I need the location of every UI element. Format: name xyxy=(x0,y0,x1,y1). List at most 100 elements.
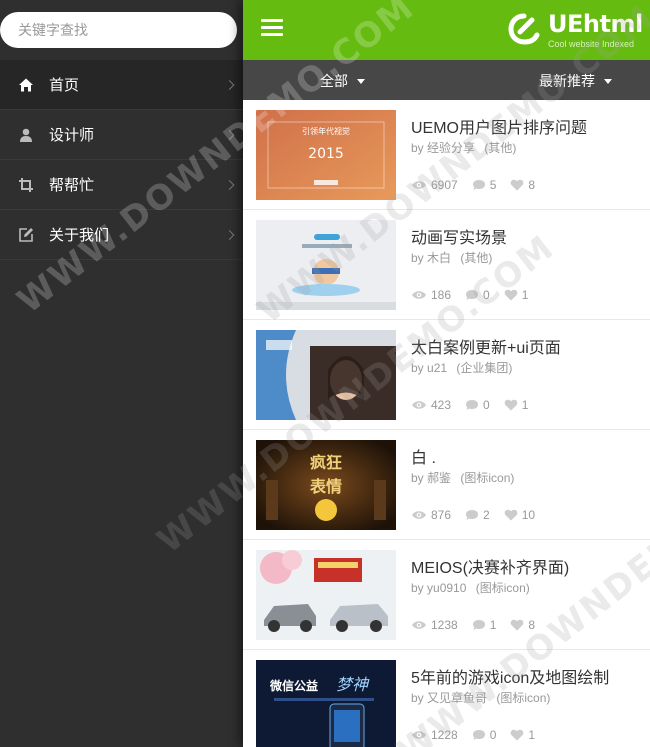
eye-icon xyxy=(412,181,426,189)
post-author[interactable]: 郝鉴 xyxy=(427,471,451,485)
hamburger-line xyxy=(261,26,283,29)
post-meta: by yu0910 (图标icon) xyxy=(411,579,530,596)
post-category[interactable]: (其他) xyxy=(484,141,516,155)
post-meta: by 又见章鱼哥 (图标icon) xyxy=(411,689,550,706)
caret-down-icon xyxy=(604,78,612,84)
chevron-right-icon xyxy=(224,179,235,190)
sidebar-item-label: 设计师 xyxy=(49,127,95,144)
post-category[interactable]: (企业集团) xyxy=(456,361,512,375)
comments-count: 0 xyxy=(489,728,497,742)
post-by-label: by xyxy=(411,141,424,155)
comments-count: 2 xyxy=(483,508,490,522)
likes-stat[interactable]: 8 xyxy=(510,618,535,632)
logo-mark-icon xyxy=(508,13,540,45)
post-thumbnail: 微信公益 梦神 xyxy=(256,660,396,747)
post-category[interactable]: (其他) xyxy=(460,251,492,265)
post-title[interactable]: UEMO用户图片排序问题 xyxy=(411,114,587,138)
likes-stat[interactable]: 1 xyxy=(504,288,529,302)
post-category[interactable]: (图标icon) xyxy=(496,691,550,705)
post-by-label: by xyxy=(411,251,424,265)
comment-icon xyxy=(472,180,485,190)
search-input[interactable] xyxy=(0,12,237,48)
views-count: 1238 xyxy=(431,618,458,632)
post-author[interactable]: 又见章鱼哥 xyxy=(427,691,487,705)
likes-stat[interactable]: 8 xyxy=(510,178,535,192)
comment-icon xyxy=(466,510,479,520)
list-item[interactable]: 太白案例更新+ui页面 by u21 (企业集团) 423 0 1 xyxy=(243,320,650,430)
likes-count: 1 xyxy=(528,728,536,742)
comments-stat: 1 xyxy=(472,618,496,632)
search-bar xyxy=(0,0,243,60)
svg-text:梦神: 梦神 xyxy=(336,675,370,694)
svg-text:2015: 2015 xyxy=(308,146,344,162)
post-author[interactable]: u21 xyxy=(427,361,447,375)
post-by-label: by xyxy=(411,691,424,705)
post-meta: by u21 (企业集团) xyxy=(411,359,512,376)
eye-icon xyxy=(412,401,426,409)
sidebar-item-label: 关于我们 xyxy=(49,227,110,244)
views-count: 876 xyxy=(431,508,452,522)
comments-stat: 2 xyxy=(465,508,490,522)
views-stat: 1228 xyxy=(411,728,458,742)
likes-stat[interactable]: 1 xyxy=(504,398,529,412)
post-by-label: by xyxy=(411,581,424,595)
likes-count: 1 xyxy=(521,398,529,412)
site-logo[interactable]: UEhtml Cool website Indexed xyxy=(508,8,643,52)
logo-tagline: Cool website Indexed xyxy=(548,39,635,49)
comment-icon xyxy=(472,620,485,630)
sidebar-item-designer[interactable]: 设计师 xyxy=(0,110,243,160)
heart-icon xyxy=(504,509,518,521)
post-title[interactable]: 5年前的游戏icon及地图绘制 xyxy=(411,664,609,688)
post-author[interactable]: 木白 xyxy=(427,251,451,265)
filter-sort-label: 最新推荐 xyxy=(539,73,595,89)
heart-icon xyxy=(504,289,518,301)
post-category[interactable]: (图标icon) xyxy=(460,471,514,485)
views-stat: 6907 xyxy=(411,178,458,192)
menu-toggle-button[interactable] xyxy=(261,19,283,37)
filter-all-dropdown[interactable]: 全部 xyxy=(320,71,365,91)
views-stat: 1238 xyxy=(411,618,458,632)
eye-icon xyxy=(412,511,426,519)
filter-all-label: 全部 xyxy=(320,73,348,89)
post-thumbnail: 疯狂 表情 xyxy=(256,440,396,530)
post-title[interactable]: 白 . xyxy=(411,444,436,468)
list-item[interactable]: 引领年代视觉 2015 UEMO用户图片排序问题 by 经验分享 (其他) 69… xyxy=(243,100,650,210)
sidebar-item-label: 帮帮忙 xyxy=(49,177,95,194)
likes-count: 10 xyxy=(521,508,536,522)
post-author[interactable]: yu0910 xyxy=(427,581,466,595)
post-by-label: by xyxy=(411,471,424,485)
likes-stat[interactable]: 1 xyxy=(510,728,535,742)
post-stats: 876 2 10 xyxy=(411,508,549,522)
heart-icon xyxy=(511,179,524,191)
sidebar-item-about[interactable]: 关于我们 xyxy=(0,210,243,260)
post-title[interactable]: MEIOS(决赛补齐界面) xyxy=(411,554,569,578)
post-stats: 423 0 1 xyxy=(411,398,542,412)
comments-count: 5 xyxy=(489,178,497,192)
edit-icon xyxy=(18,227,34,243)
post-title[interactable]: 动画写实场景 xyxy=(411,224,507,248)
post-thumbnail xyxy=(256,220,396,310)
sidebar-item-home[interactable]: 首页 xyxy=(0,60,243,110)
post-thumbnail xyxy=(256,550,396,640)
likes-count: 1 xyxy=(521,288,529,302)
post-author[interactable]: 经验分享 xyxy=(427,141,475,155)
filter-sort-dropdown[interactable]: 最新推荐 xyxy=(539,71,612,91)
views-count: 423 xyxy=(431,398,452,412)
comments-stat: 5 xyxy=(472,178,497,192)
logo-text: UEhtml xyxy=(548,10,643,38)
likes-stat[interactable]: 10 xyxy=(504,508,535,522)
chevron-right-icon xyxy=(224,79,235,90)
post-title[interactable]: 太白案例更新+ui页面 xyxy=(411,334,561,358)
list-item[interactable]: 疯狂 表情 白 . by 郝鉴 (图标icon) 876 2 10 xyxy=(243,430,650,540)
list-item[interactable]: 动画写实场景 by 木白 (其他) 186 0 1 xyxy=(243,210,650,320)
list-item[interactable]: 微信公益 梦神 5年前的游戏icon及地图绘制 by 又见章鱼哥 (图标icon… xyxy=(243,650,650,747)
svg-text:表情: 表情 xyxy=(309,477,342,496)
list-item[interactable]: MEIOS(决赛补齐界面) by yu0910 (图标icon) 1238 1 … xyxy=(243,540,650,650)
hamburger-line xyxy=(261,33,283,36)
post-meta: by 木白 (其他) xyxy=(411,249,492,266)
home-icon xyxy=(18,77,34,93)
comment-icon xyxy=(466,400,479,410)
views-stat: 876 xyxy=(411,508,451,522)
sidebar-item-help[interactable]: 帮帮忙 xyxy=(0,160,243,210)
post-category[interactable]: (图标icon) xyxy=(476,581,530,595)
